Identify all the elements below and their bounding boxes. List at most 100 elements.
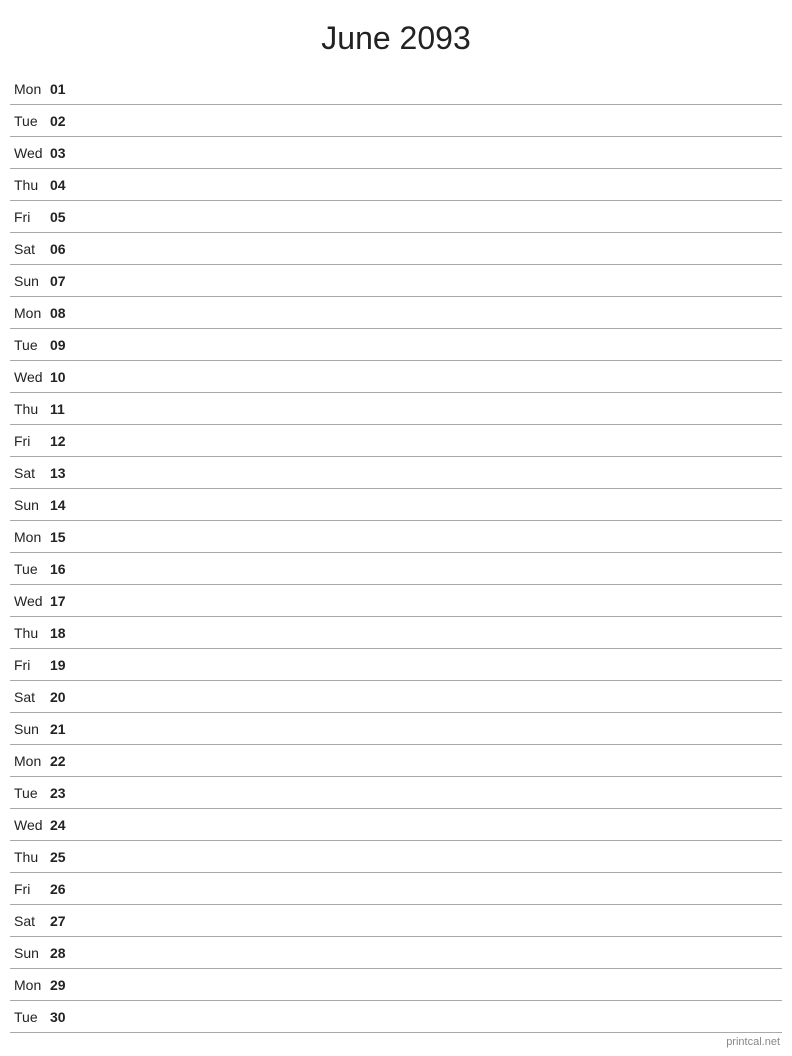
day-line (80, 216, 782, 217)
day-row: Sun14 (10, 489, 782, 521)
day-row: Sun28 (10, 937, 782, 969)
day-name: Wed (10, 145, 50, 161)
day-name: Tue (10, 337, 50, 353)
day-row: Fri19 (10, 649, 782, 681)
day-row: Sat06 (10, 233, 782, 265)
day-number: 05 (50, 209, 80, 225)
day-number: 02 (50, 113, 80, 129)
day-name: Thu (10, 401, 50, 417)
day-number: 01 (50, 81, 80, 97)
day-row: Fri05 (10, 201, 782, 233)
day-number: 11 (50, 401, 80, 417)
day-row: Tue30 (10, 1001, 782, 1033)
day-row: Sat20 (10, 681, 782, 713)
day-line (80, 856, 782, 857)
day-name: Fri (10, 657, 50, 673)
day-line (80, 88, 782, 89)
day-number: 30 (50, 1009, 80, 1025)
day-number: 23 (50, 785, 80, 801)
day-number: 13 (50, 465, 80, 481)
day-line (80, 632, 782, 633)
day-number: 26 (50, 881, 80, 897)
day-line (80, 184, 782, 185)
day-name: Thu (10, 849, 50, 865)
day-line (80, 920, 782, 921)
day-row: Sat27 (10, 905, 782, 937)
day-number: 15 (50, 529, 80, 545)
day-number: 18 (50, 625, 80, 641)
day-row: Wed10 (10, 361, 782, 393)
day-line (80, 152, 782, 153)
day-name: Sun (10, 721, 50, 737)
day-name: Sun (10, 945, 50, 961)
day-line (80, 696, 782, 697)
day-line (80, 792, 782, 793)
watermark: printcal.net (726, 1036, 780, 1048)
day-name: Mon (10, 305, 50, 321)
day-name: Sun (10, 497, 50, 513)
day-name: Wed (10, 369, 50, 385)
day-name: Wed (10, 817, 50, 833)
day-name: Mon (10, 977, 50, 993)
day-row: Thu18 (10, 617, 782, 649)
day-row: Tue23 (10, 777, 782, 809)
day-line (80, 440, 782, 441)
day-number: 09 (50, 337, 80, 353)
day-name: Sat (10, 465, 50, 481)
calendar-container: Mon01Tue02Wed03Thu04Fri05Sat06Sun07Mon08… (0, 73, 792, 1033)
day-name: Fri (10, 881, 50, 897)
day-number: 28 (50, 945, 80, 961)
day-number: 24 (50, 817, 80, 833)
day-row: Tue02 (10, 105, 782, 137)
day-name: Thu (10, 625, 50, 641)
day-number: 16 (50, 561, 80, 577)
day-number: 07 (50, 273, 80, 289)
day-name: Tue (10, 1009, 50, 1025)
day-name: Fri (10, 209, 50, 225)
day-name: Mon (10, 753, 50, 769)
day-number: 14 (50, 497, 80, 513)
day-number: 19 (50, 657, 80, 673)
day-name: Tue (10, 113, 50, 129)
day-line (80, 984, 782, 985)
day-line (80, 312, 782, 313)
page-title: June 2093 (0, 0, 792, 73)
day-number: 27 (50, 913, 80, 929)
day-number: 17 (50, 593, 80, 609)
day-line (80, 472, 782, 473)
day-row: Thu11 (10, 393, 782, 425)
day-number: 04 (50, 177, 80, 193)
day-row: Wed24 (10, 809, 782, 841)
day-number: 08 (50, 305, 80, 321)
day-row: Thu04 (10, 169, 782, 201)
day-name: Tue (10, 561, 50, 577)
day-row: Mon01 (10, 73, 782, 105)
day-line (80, 280, 782, 281)
day-line (80, 248, 782, 249)
day-row: Wed17 (10, 585, 782, 617)
day-line (80, 888, 782, 889)
day-name: Wed (10, 593, 50, 609)
day-line (80, 824, 782, 825)
day-line (80, 600, 782, 601)
day-line (80, 568, 782, 569)
day-number: 29 (50, 977, 80, 993)
day-line (80, 536, 782, 537)
day-row: Mon08 (10, 297, 782, 329)
day-line (80, 344, 782, 345)
day-name: Fri (10, 433, 50, 449)
day-row: Sat13 (10, 457, 782, 489)
day-name: Tue (10, 785, 50, 801)
day-number: 03 (50, 145, 80, 161)
day-row: Sun07 (10, 265, 782, 297)
day-number: 25 (50, 849, 80, 865)
day-line (80, 1016, 782, 1017)
day-name: Mon (10, 529, 50, 545)
day-row: Fri12 (10, 425, 782, 457)
day-name: Thu (10, 177, 50, 193)
day-name: Sat (10, 913, 50, 929)
day-number: 12 (50, 433, 80, 449)
day-line (80, 120, 782, 121)
day-name: Mon (10, 81, 50, 97)
day-line (80, 760, 782, 761)
